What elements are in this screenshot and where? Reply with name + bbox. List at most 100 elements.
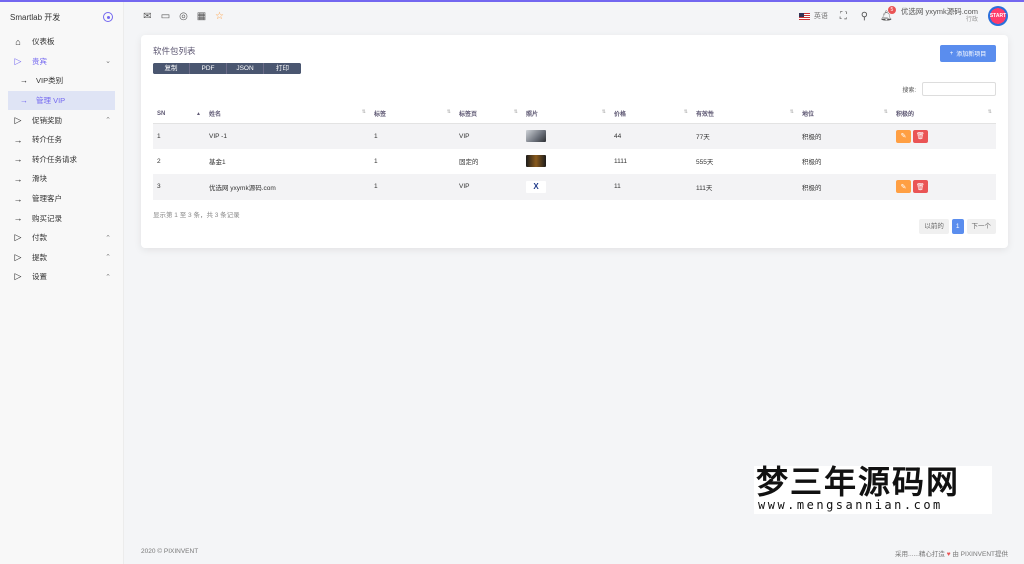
copy-button[interactable]: 复制 — [153, 63, 190, 74]
add-item-button[interactable]: + 添加新项目 — [940, 45, 996, 62]
sort-icon: ⇅ — [789, 109, 794, 116]
sidebar-item-vip[interactable]: ▷ 贵宾 ⌄ — [0, 52, 123, 72]
sidebar-item-vip-category[interactable]: → VIP类别 — [0, 71, 123, 91]
sidebar-item-referral-tasks[interactable]: → 转介任务 — [0, 130, 123, 150]
language-selector[interactable]: 英语 — [798, 11, 828, 21]
chevron-up-icon: ⌃ — [105, 273, 111, 281]
page-button-current[interactable]: 1 — [951, 219, 964, 234]
user-role: 行政 — [965, 17, 978, 23]
column-header-actions[interactable]: 积极的 ⇅ — [892, 105, 996, 124]
pdf-button[interactable]: PDF — [190, 63, 227, 74]
search-icon[interactable]: ⚲ — [859, 11, 870, 22]
prev-page-button[interactable]: 以前的 — [919, 219, 949, 234]
chat-icon[interactable]: ▭ — [160, 11, 171, 22]
sidebar-item-payments[interactable]: ▷ 付款 ⌃ — [0, 228, 123, 248]
delete-button[interactable]: 🗑︎ — [913, 129, 928, 143]
sidebar-item-slider[interactable]: → 滑块 — [0, 169, 123, 189]
cell-name: 优选网 yxymk源码.com — [205, 174, 370, 200]
fullscreen-icon[interactable]: ⛶ — [838, 11, 849, 22]
pencil-icon: ✎ — [900, 183, 907, 191]
header-shortcuts: ✉ ▭ ◎ ▦ ☆ — [124, 11, 225, 22]
footer-credit: 采用......精心打造 ♥ 由 PIXINVENT提供 — [895, 548, 1008, 558]
star-icon[interactable]: ☆ — [214, 11, 225, 22]
column-header-tag[interactable]: 标签 ⇅ — [370, 105, 455, 124]
cell-tag: 1 — [370, 123, 455, 149]
edit-button[interactable]: ✎ — [896, 129, 911, 143]
cell-tag: 1 — [370, 174, 455, 200]
table-header-row: SN ▲ 姓名 ⇅ 标签 ⇅ 标签页 ⇅ 照片 ⇅ 价格 ⇅ 有效性 ⇅ 地位 ⇅ 积极的 ⇅ — [153, 105, 996, 124]
column-header-name[interactable]: 姓名 ⇅ — [205, 105, 370, 124]
avatar[interactable]: START — [988, 6, 1008, 26]
cell-photo — [522, 149, 610, 175]
sidebar-item-label: VIP类别 — [36, 76, 64, 86]
sidebar-item-label: 贵宾 — [32, 56, 47, 66]
column-label: 地位 — [802, 112, 815, 119]
search-label: 搜索: — [902, 87, 916, 94]
sidebar: Smartlab 开发 ⌂ 仪表板 ▷ 贵宾 ⌄ → VIP类别 → 管理 VIP ▷ 促销… — [0, 2, 124, 564]
arrow-right-icon: → — [20, 76, 28, 86]
sidebar-item-settings[interactable]: ▷ 设置 ⌃ — [0, 267, 123, 287]
calendar-icon[interactable]: ▦ — [196, 11, 207, 22]
cell-status: 积极的 — [798, 174, 892, 200]
sidebar-item-label: 仪表板 — [32, 37, 55, 47]
footer-copyright: 2020 © PIXINVENT — [141, 548, 199, 555]
sidebar-item-withdrawals[interactable]: ▷ 提款 ⌃ — [0, 248, 123, 268]
cell-price: 44 — [610, 123, 692, 149]
arrow-right-icon: → — [13, 154, 23, 165]
edit-button[interactable]: ✎ — [896, 180, 911, 194]
collapse-toggle-icon[interactable] — [103, 12, 113, 22]
sidebar-item-customers[interactable]: → 管理客户 — [0, 189, 123, 209]
cell-validity: 77天 — [692, 123, 798, 149]
column-label: 积极的 — [896, 112, 915, 119]
column-label: 照片 — [526, 112, 539, 119]
notification-badge: 5 — [887, 5, 896, 14]
cell-sn: 2 — [157, 157, 161, 165]
cell-sn: 1 — [153, 123, 205, 149]
sidebar-item-label: 滑块 — [32, 174, 47, 184]
check-circle-icon[interactable]: ◎ — [178, 11, 189, 22]
sort-icon: ⇅ — [513, 109, 518, 116]
cell-validity: 555天 — [696, 159, 714, 167]
cell-status: 积极的 — [802, 159, 822, 167]
cell-actions: ✎ 🗑︎ — [892, 174, 996, 200]
arrow-right-icon: → — [13, 213, 23, 224]
us-flag-icon — [798, 12, 810, 20]
sort-icon: ⇅ — [601, 109, 606, 116]
sidebar-item-label: 购买记录 — [32, 213, 62, 223]
user-info[interactable]: 优选网 yxymk源码.com 行政 — [901, 7, 978, 25]
json-button[interactable]: JSON — [227, 63, 264, 74]
bell-icon[interactable]: 🔔︎ 5 — [880, 5, 896, 22]
sidebar-item-referral-requests[interactable]: → 转介任务请求 — [0, 150, 123, 170]
delete-button[interactable]: 🗑︎ — [913, 180, 928, 194]
search-input[interactable] — [922, 82, 996, 96]
cell-tag: 1 — [374, 157, 378, 165]
sidebar-item-dashboard[interactable]: ⌂ 仪表板 — [0, 32, 123, 52]
mail-icon[interactable]: ✉ — [142, 11, 153, 22]
print-button[interactable]: 打印 — [264, 63, 301, 74]
column-label: 姓名 — [209, 112, 222, 119]
sidebar-item-purchases[interactable]: → 购买记录 — [0, 208, 123, 228]
column-header-status[interactable]: 地位 ⇅ — [798, 105, 892, 124]
package-photo — [526, 130, 546, 142]
cell-photo: X — [522, 174, 610, 200]
sidebar-item-promotions[interactable]: ▷ 促销奖励 ⌃ — [0, 110, 123, 130]
chevron-up-icon: ⌃ — [105, 254, 111, 262]
brand-name[interactable]: Smartlab 开发 — [10, 12, 60, 23]
sidebar-item-manage-vip[interactable]: → 管理 VIP — [8, 90, 115, 111]
add-item-label: 添加新项目 — [956, 52, 987, 58]
column-header-validity[interactable]: 有效性 ⇅ — [692, 105, 798, 124]
export-buttons: 复制 PDF JSON 打印 — [153, 63, 301, 74]
package-photo-logo: X — [526, 180, 546, 193]
column-label: 标签页 — [459, 112, 478, 119]
top-header: ✉ ▭ ◎ ▦ ☆ 英语 ⛶ ⚲ 🔔︎ 5 优选网 yxymk源码.com 行政 … — [124, 2, 1024, 30]
table-row: 2 基金1 1 固定的 1111 555天 积极的 — [153, 149, 996, 175]
column-header-price[interactable]: 价格 ⇅ — [610, 105, 692, 124]
play-icon: ▷ — [14, 271, 22, 282]
footer-credit-suffix: 由 PIXINVENT提供 — [952, 551, 1008, 558]
column-header-sn[interactable]: SN ▲ — [153, 105, 205, 124]
pencil-icon: ✎ — [900, 133, 907, 140]
column-header-photo[interactable]: 照片 ⇅ — [522, 105, 610, 124]
next-page-button[interactable]: 下一个 — [966, 219, 996, 234]
trash-icon: 🗑︎ — [916, 133, 925, 140]
column-header-tab[interactable]: 标签页 ⇅ — [455, 105, 522, 124]
